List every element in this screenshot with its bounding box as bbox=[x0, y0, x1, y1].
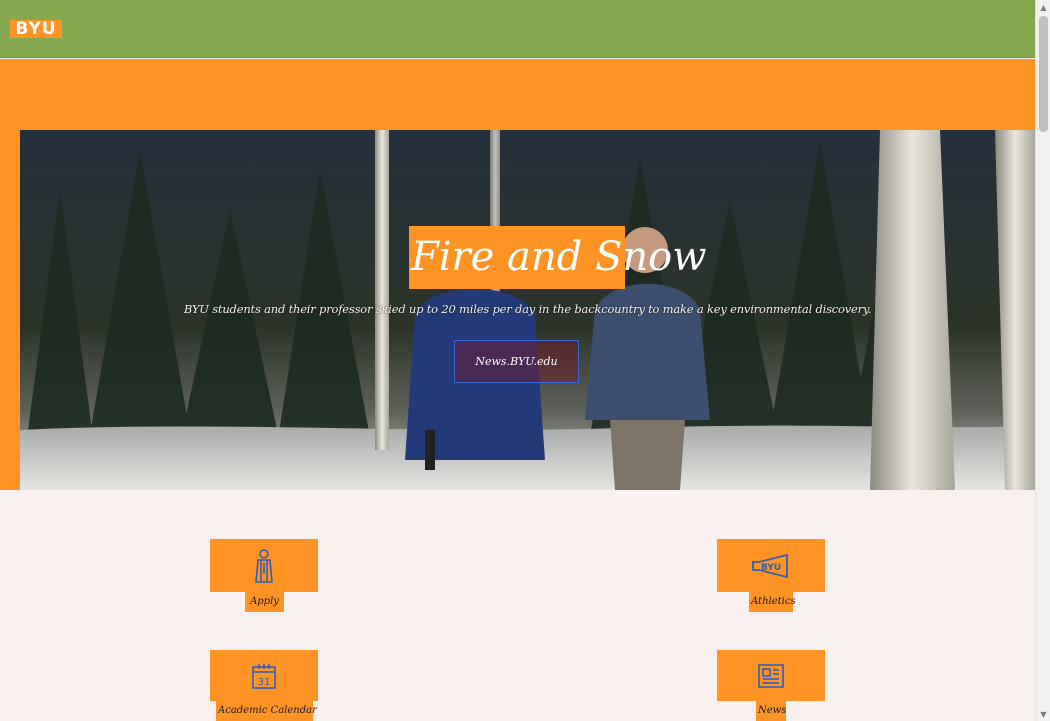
calendar-day-number: 31 bbox=[258, 677, 271, 688]
byu-megaphone-icon: BYU bbox=[752, 553, 788, 578]
hero-title: Fire and Snow bbox=[409, 226, 706, 289]
news-label[interactable]: News bbox=[756, 701, 786, 721]
apply-label[interactable]: Apply bbox=[245, 592, 284, 612]
site-header: BYU bbox=[0, 0, 1035, 58]
scrollbar-thumb[interactable] bbox=[1039, 16, 1048, 132]
graduate-figure-icon bbox=[255, 548, 273, 583]
calendar-icon: 31 bbox=[252, 663, 276, 689]
athletics-tile-button[interactable]: BYU bbox=[717, 539, 825, 592]
byu-logo[interactable]: BYU bbox=[10, 20, 62, 38]
hero-banner: Fire and Snow BYU students and their pro… bbox=[20, 130, 1035, 490]
scroll-up-arrow-icon[interactable]: ▲ bbox=[1036, 0, 1050, 14]
vertical-scrollbar[interactable]: ▲ ▼ bbox=[1035, 0, 1050, 721]
newspaper-icon bbox=[758, 663, 784, 688]
academic-calendar-label[interactable]: Academic Calendar bbox=[216, 701, 317, 721]
page: BYU Fire and Snow BYU students and their… bbox=[0, 0, 1050, 721]
apply-tile-button[interactable] bbox=[210, 539, 318, 592]
athletics-label[interactable]: Athletics bbox=[749, 592, 796, 612]
hero-subtitle: BYU students and their professor skied u… bbox=[183, 302, 872, 316]
scroll-down-arrow-icon[interactable]: ▼ bbox=[1036, 707, 1050, 721]
news-link-button[interactable]: News.BYU.edu bbox=[454, 340, 579, 383]
news-tile-button[interactable] bbox=[717, 650, 825, 701]
academic-calendar-tile-button[interactable]: 31 bbox=[210, 650, 318, 701]
svg-text:BYU: BYU bbox=[761, 563, 781, 573]
